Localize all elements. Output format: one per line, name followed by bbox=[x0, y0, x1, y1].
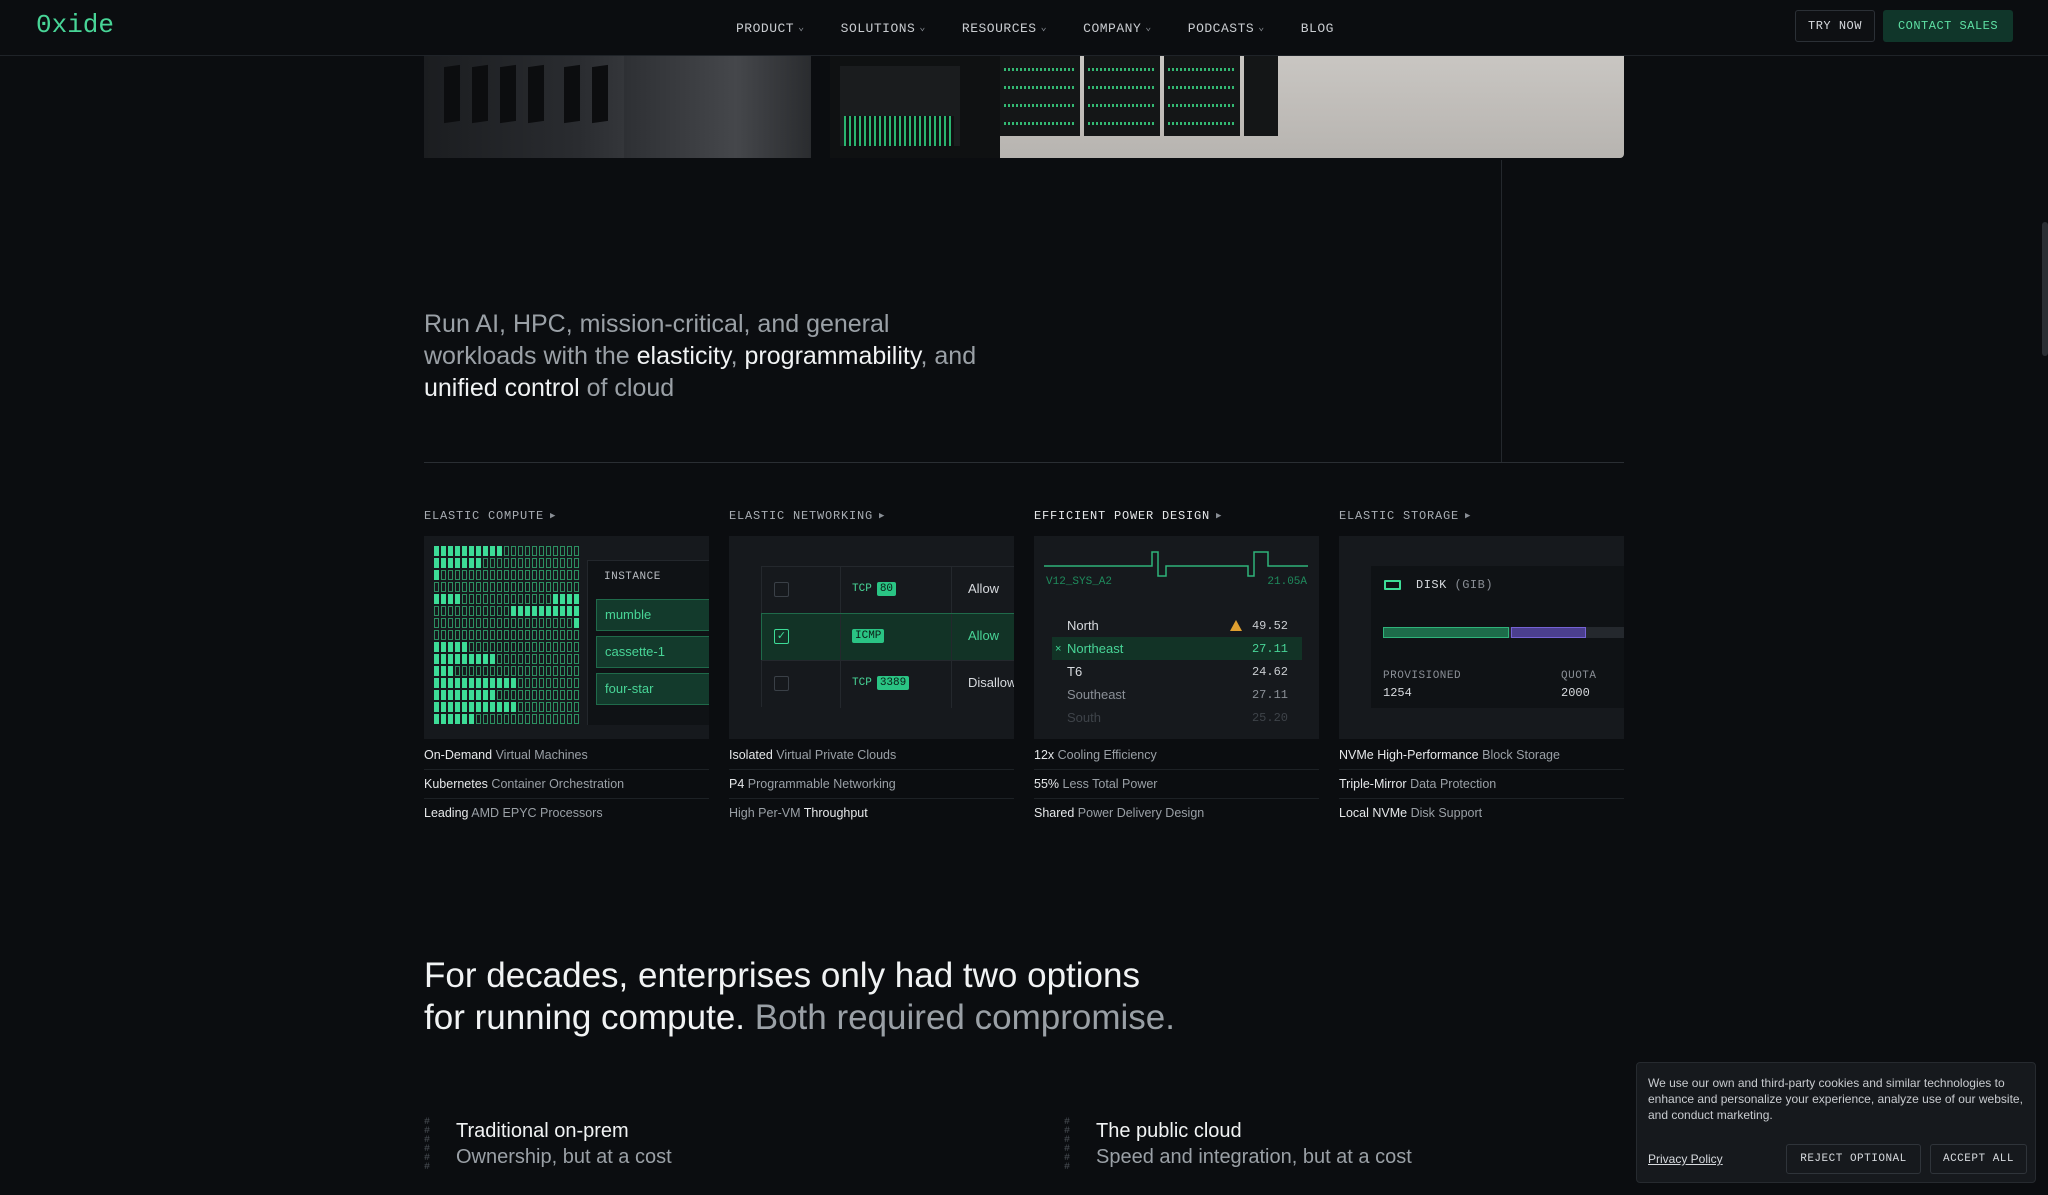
oxide-logo[interactable]: 0xide bbox=[36, 10, 114, 40]
power-zone-list: North 49.52 × Northeast 27.11 T6 24.62 South… bbox=[1052, 614, 1302, 729]
nav-company[interactable]: COMPANY ⌄ bbox=[1083, 21, 1152, 36]
privacy-policy-link[interactable]: Privacy Policy bbox=[1648, 1152, 1723, 1166]
rule-checkbox[interactable] bbox=[774, 582, 789, 597]
hero-image-rack-interior bbox=[830, 56, 1000, 158]
firewall-rule-row[interactable]: TCP 80 Allow bbox=[761, 566, 1014, 614]
chevron-down-icon: ⌄ bbox=[1145, 23, 1152, 34]
close-icon: × bbox=[1055, 642, 1062, 655]
divider-vertical bbox=[1501, 160, 1502, 462]
option-title: Traditional on-prem bbox=[456, 1120, 629, 1142]
power-card: V12_SYS_A2 21.05A North 49.52 × Northeast 2… bbox=[1034, 536, 1319, 739]
sensor-reading: 21.05A bbox=[1267, 576, 1307, 588]
provisioned-label: PROVISIONED bbox=[1383, 670, 1462, 682]
try-now-button[interactable]: TRY NOW bbox=[1795, 10, 1875, 42]
nav-podcasts[interactable]: PODCASTS ⌄ bbox=[1188, 21, 1265, 36]
instance-label: INSTANCE bbox=[604, 571, 661, 583]
divider-horizontal bbox=[424, 462, 1624, 463]
feature-item: Isolated Virtual Private Clouds bbox=[729, 741, 1014, 770]
hash-decoration: # # # # # # bbox=[1064, 1117, 1071, 1173]
scrollbar-thumb[interactable] bbox=[2042, 222, 2048, 356]
feature-item: Triple-Mirror Data Protection bbox=[1339, 770, 1624, 799]
option-subtitle: Speed and integration, but at a cost bbox=[1096, 1146, 1412, 1168]
contact-sales-button[interactable]: CONTACT SALES bbox=[1883, 10, 2013, 42]
chevron-down-icon: ⌄ bbox=[798, 23, 805, 34]
power-zone-row[interactable]: South 25.20 bbox=[1052, 706, 1302, 729]
hero-image-rack-row bbox=[1000, 56, 1624, 158]
quota-value: 2000 bbox=[1561, 686, 1590, 700]
rule-checkbox[interactable] bbox=[774, 676, 789, 691]
check-icon[interactable]: ✓ bbox=[774, 629, 789, 644]
play-icon: ▶ bbox=[1216, 511, 1223, 521]
option-subtitle: Ownership, but at a cost bbox=[456, 1146, 672, 1168]
chevron-down-icon: ⌄ bbox=[1258, 23, 1265, 34]
section-heading: For decades, enterprises only had two op… bbox=[424, 956, 1175, 1037]
nav-links: PRODUCT ⌄ SOLUTIONS ⌄ RESOURCES ⌄ COMPANY ⌄ … bbox=[736, 0, 1370, 56]
power-zone-row[interactable]: × Northeast 27.11 bbox=[1052, 637, 1302, 660]
sensor-label: V12_SYS_A2 bbox=[1046, 576, 1113, 588]
instance-item[interactable]: cassette-1 bbox=[596, 636, 709, 668]
nav-resources[interactable]: RESOURCES ⌄ bbox=[962, 21, 1047, 36]
hero-image-server-closeup bbox=[424, 56, 811, 158]
feature-elastic-compute: ELASTIC COMPUTE ▶ INSTANCE mumble cassett… bbox=[424, 506, 709, 820]
play-icon: ▶ bbox=[550, 511, 557, 521]
warning-icon bbox=[1230, 620, 1242, 631]
cookie-text: We use our own and third-party cookies a… bbox=[1648, 1076, 2023, 1122]
networking-card: TCP 80 Allow ✓ ICMP Allow TCP 3389 Disallo… bbox=[729, 536, 1014, 739]
feature-item: Local NVMe Disk Support bbox=[1339, 806, 1483, 820]
feature-item: Leading AMD EPYC Processors bbox=[424, 806, 603, 820]
storage-card: DISK (GIB) PROVISIONED 1254 QUOTA 2000 bbox=[1339, 536, 1624, 739]
nav-blog[interactable]: BLOG bbox=[1301, 21, 1334, 36]
option-title: The public cloud bbox=[1096, 1120, 1242, 1142]
feature-elastic-networking: ELASTIC NETWORKING ▶ TCP 80 Allow ✓ ICMP A… bbox=[729, 506, 1014, 820]
hero-headline: Run AI, HPC, mission-critical, and gener… bbox=[424, 310, 977, 402]
instance-item[interactable]: mumble bbox=[596, 599, 709, 631]
play-icon: ▶ bbox=[879, 511, 886, 521]
disk-icon bbox=[1384, 580, 1401, 590]
nav-solutions[interactable]: SOLUTIONS ⌄ bbox=[841, 21, 926, 36]
feature-item: Kubernetes Container Orchestration bbox=[424, 770, 709, 799]
power-zone-row[interactable]: North 49.52 bbox=[1052, 614, 1302, 637]
feature-elastic-storage: ELASTIC STORAGE ▶ DISK (GIB) PROVISIONED … bbox=[1339, 506, 1624, 820]
firewall-rule-row[interactable]: TCP 3389 Disallow bbox=[761, 660, 1014, 708]
instance-item[interactable]: four-star bbox=[596, 673, 709, 705]
feature-item: 12x Cooling Efficiency bbox=[1034, 741, 1319, 770]
quota-bar bbox=[1511, 627, 1586, 638]
quota-label: QUOTA bbox=[1561, 670, 1597, 682]
cpu-utilization-grid bbox=[434, 546, 579, 726]
reject-optional-button[interactable]: REJECT OPTIONAL bbox=[1786, 1144, 1921, 1174]
feature-item: High Per-VM Throughput bbox=[729, 806, 868, 820]
disk-panel: DISK (GIB) PROVISIONED 1254 QUOTA 2000 bbox=[1371, 566, 1624, 708]
feature-efficient-power: EFFICIENT POWER DESIGN ▶ V12_SYS_A2 21.05… bbox=[1034, 506, 1319, 820]
chevron-down-icon: ⌄ bbox=[1040, 23, 1048, 34]
feature-item: Shared Power Delivery Design bbox=[1034, 806, 1205, 820]
provisioned-value: 1254 bbox=[1383, 686, 1412, 700]
nav-product[interactable]: PRODUCT ⌄ bbox=[736, 21, 805, 36]
tab-elastic-networking[interactable]: ELASTIC NETWORKING ▶ bbox=[729, 506, 1014, 526]
feature-item: 55% Less Total Power bbox=[1034, 770, 1319, 799]
feature-item: On-Demand Virtual Machines bbox=[424, 741, 709, 770]
feature-item: P4 Programmable Networking bbox=[729, 770, 1014, 799]
chevron-down-icon: ⌄ bbox=[919, 23, 926, 34]
compute-card: INSTANCE mumble cassette-1 four-star bbox=[424, 536, 709, 739]
instance-panel: INSTANCE mumble cassette-1 four-star bbox=[587, 560, 709, 725]
tab-elastic-compute[interactable]: ELASTIC COMPUTE ▶ bbox=[424, 506, 709, 526]
tab-efficient-power[interactable]: EFFICIENT POWER DESIGN ▶ bbox=[1034, 506, 1319, 526]
hash-decoration: # # # # # # bbox=[424, 1117, 431, 1173]
provisioned-bar bbox=[1383, 627, 1509, 638]
tab-elastic-storage[interactable]: ELASTIC STORAGE ▶ bbox=[1339, 506, 1624, 526]
cookie-banner: We use our own and third-party cookies a… bbox=[1636, 1062, 2036, 1183]
firewall-rule-row[interactable]: ✓ ICMP Allow bbox=[761, 613, 1014, 661]
power-zone-row[interactable]: T6 24.62 bbox=[1052, 660, 1302, 683]
power-zone-row[interactable]: Southeast 27.11 bbox=[1052, 683, 1302, 706]
play-icon: ▶ bbox=[1465, 511, 1472, 521]
feature-item: NVMe High-Performance Block Storage bbox=[1339, 741, 1624, 770]
firewall-rules-table: TCP 80 Allow ✓ ICMP Allow TCP 3389 Disallo… bbox=[761, 566, 1014, 708]
top-nav: 0xide PRODUCT ⌄ SOLUTIONS ⌄ RESOURCES ⌄ COM… bbox=[0, 0, 2048, 56]
accept-all-button[interactable]: ACCEPT ALL bbox=[1930, 1144, 2027, 1174]
